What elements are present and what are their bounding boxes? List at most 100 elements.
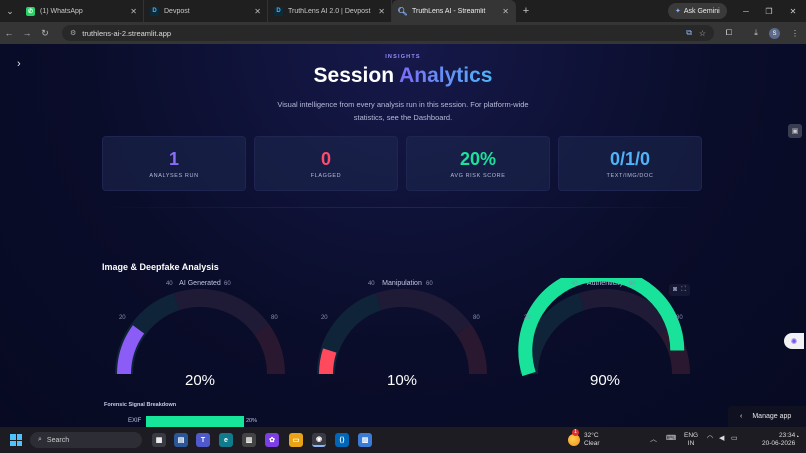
stat-cards: 1 ANALYSES RUN 0 FLAGGED 20% AVG RISK SC… [102,136,702,191]
gauge-value: 20% [184,372,216,389]
file-explorer-icon[interactable]: ▭ [289,433,303,447]
site-info-icon[interactable]: ⚙ [70,29,76,37]
weather-text: 32°C Clear [584,432,600,448]
photos-icon[interactable]: ▨ [358,433,372,447]
clock-date: 20-06-2026 [762,440,796,447]
tab-truthlens-streamlit[interactable]: 🔍︎ TruthLens AI - Streamlit ✕ [392,0,516,22]
stat-card-risk: 20% AVG RISK SCORE [406,136,550,191]
back-icon[interactable]: ← [0,28,18,38]
battery-icon[interactable]: ▭ [731,434,738,442]
tab-devpost[interactable]: D Devpost ✕ [144,0,268,22]
gauge-value: 90% [589,372,621,389]
stat-card-analyses: 1 ANALYSES RUN [102,136,246,191]
taskbar-clock[interactable]: 23:34 20-06-2026 [762,432,795,448]
close-window-icon[interactable]: ✕ [782,0,804,22]
camera-icon[interactable]: ◙ [673,286,677,294]
bar-fill [146,416,244,427]
ask-gemini-label: Ask Gemini [683,7,720,15]
address-bar[interactable]: ⚙ truthlens-ai-2.streamlit.app ⧉ ☆ [62,25,714,41]
manage-app-button[interactable]: ‹ Manage app [728,406,806,427]
minimize-icon[interactable]: ─ [735,0,757,22]
gauge-tick-label: 40 [367,280,375,287]
browser-menu-icon[interactable]: ⋮ [786,22,804,44]
gauge-ai-generated: AI Generated 20% 20 40 60 80 [100,278,300,396]
stat-card-types: 0/1/0 TEXT/IMG/DOC [558,136,702,191]
copilot-icon[interactable]: ✿ [265,433,279,447]
stat-card-flagged: 0 FLAGGED [254,136,398,191]
close-icon[interactable]: ✕ [378,7,385,16]
globe-icon: 🔍︎ [397,6,408,16]
chevron-left-icon: ‹ [740,413,743,420]
bar-label: EXIF [128,418,142,424]
weather-badge: 1 [572,429,579,436]
wifi-icon[interactable]: ◠ [707,434,713,442]
bar-value: 20% [246,418,258,424]
close-icon[interactable]: ✕ [254,7,261,16]
edge-icon[interactable]: e [219,433,233,447]
maximize-icon[interactable]: ❐ [758,0,780,22]
tab-whatsapp[interactable]: ✆ (1) WhatsApp ✕ [20,0,144,22]
forensic-title: Forensic Signal Breakdown [104,402,177,408]
section-divider [102,207,702,208]
page-subtitle: Visual intelligence from every analysis … [277,100,529,122]
tab-truthlens-devpost[interactable]: D TruthLens AI 2.0 | Devpost ✕ [268,0,392,22]
ask-gemini-button[interactable]: ✦ Ask Gemini [668,3,727,19]
new-tab-button[interactable]: + [516,5,536,17]
gauge-band-0 [317,293,382,375]
gauge-tick-label: 40 [165,280,173,287]
page-title-plain: Session [313,64,400,87]
taskbar-search-label: Search [46,436,70,444]
chrome-icon[interactable]: ◉ [312,433,326,447]
side-panel-icon[interactable]: ▣ [788,124,802,138]
windows-start-icon[interactable] [10,434,22,446]
fullscreen-icon[interactable]: ⛶ [681,286,686,294]
page-title: Session Analytics [0,64,806,88]
gauge-value-arc [319,348,337,375]
install-app-icon[interactable]: ⧉ [686,28,692,38]
reload-icon[interactable]: ↻ [36,28,54,39]
gauge-tick-label: 20 [523,314,531,321]
keyboard-icon[interactable]: ⌨ [666,434,676,442]
vscode-icon[interactable]: ⟨⟩ [335,433,349,447]
gauge-band-2 [456,324,487,375]
streamlit-app: › INSIGHTS Session Analytics Visual inte… [0,44,806,427]
notification-icon[interactable]: ◔ [795,434,799,441]
plot-toolbar: ◙ ⛶ [669,284,691,296]
devpost-icon: D [274,6,283,16]
tray-chevron-up-icon[interactable]: ︿ [650,434,657,444]
manage-app-label: Manage app [752,413,792,420]
bookmark-star-icon[interactable]: ☆ [699,29,706,38]
language-indicator[interactable]: ENG IN [684,432,698,448]
gauge-band-1 [375,289,471,335]
gauge-tick-label: 80 [676,314,683,321]
region-label: IN [687,440,695,447]
gauge-tick-label: 60 [426,280,433,287]
forensic-bar-exif: EXIF 20% [104,416,304,427]
teams-icon[interactable]: T [196,433,210,447]
browser-tab-strip: ⌄ ✆ (1) WhatsApp ✕ D Devpost ✕ D TruthLe… [0,0,806,22]
stat-label: FLAGGED [310,172,342,179]
store-icon[interactable]: ▥ [242,433,256,447]
close-icon[interactable]: ✕ [130,7,137,16]
taskbar-search[interactable]: ⌕ Search [30,432,142,448]
volume-icon[interactable]: ◀ [719,434,724,442]
assistant-fab-icon[interactable]: ✺ [784,333,804,349]
tab-search-chevron-icon[interactable]: ⌄ [0,0,20,22]
gauge-tick-label: 40 [570,280,578,287]
extensions-icon[interactable]: ⧠ [720,22,738,44]
forward-icon[interactable]: → [18,28,36,38]
gauge-tick-label: 80 [271,314,278,321]
close-icon[interactable]: ✕ [502,7,509,16]
stat-value: 0 [320,148,331,169]
lang-label: ENG [684,432,699,439]
widgets-icon[interactable]: ▤ [174,433,188,447]
stat-value: 1 [168,148,179,169]
download-icon[interactable]: ⤓ [747,22,765,44]
tab-title: (1) WhatsApp [40,7,83,15]
devpost-icon: D [150,6,159,16]
gauge-tick-label: 60 [224,280,231,287]
gauge-tick-label: 80 [473,314,480,321]
task-view-icon[interactable]: ▦ [152,433,166,447]
profile-avatar[interactable]: S [769,28,780,39]
tab-title: TruthLens AI 2.0 | Devpost [288,7,371,15]
